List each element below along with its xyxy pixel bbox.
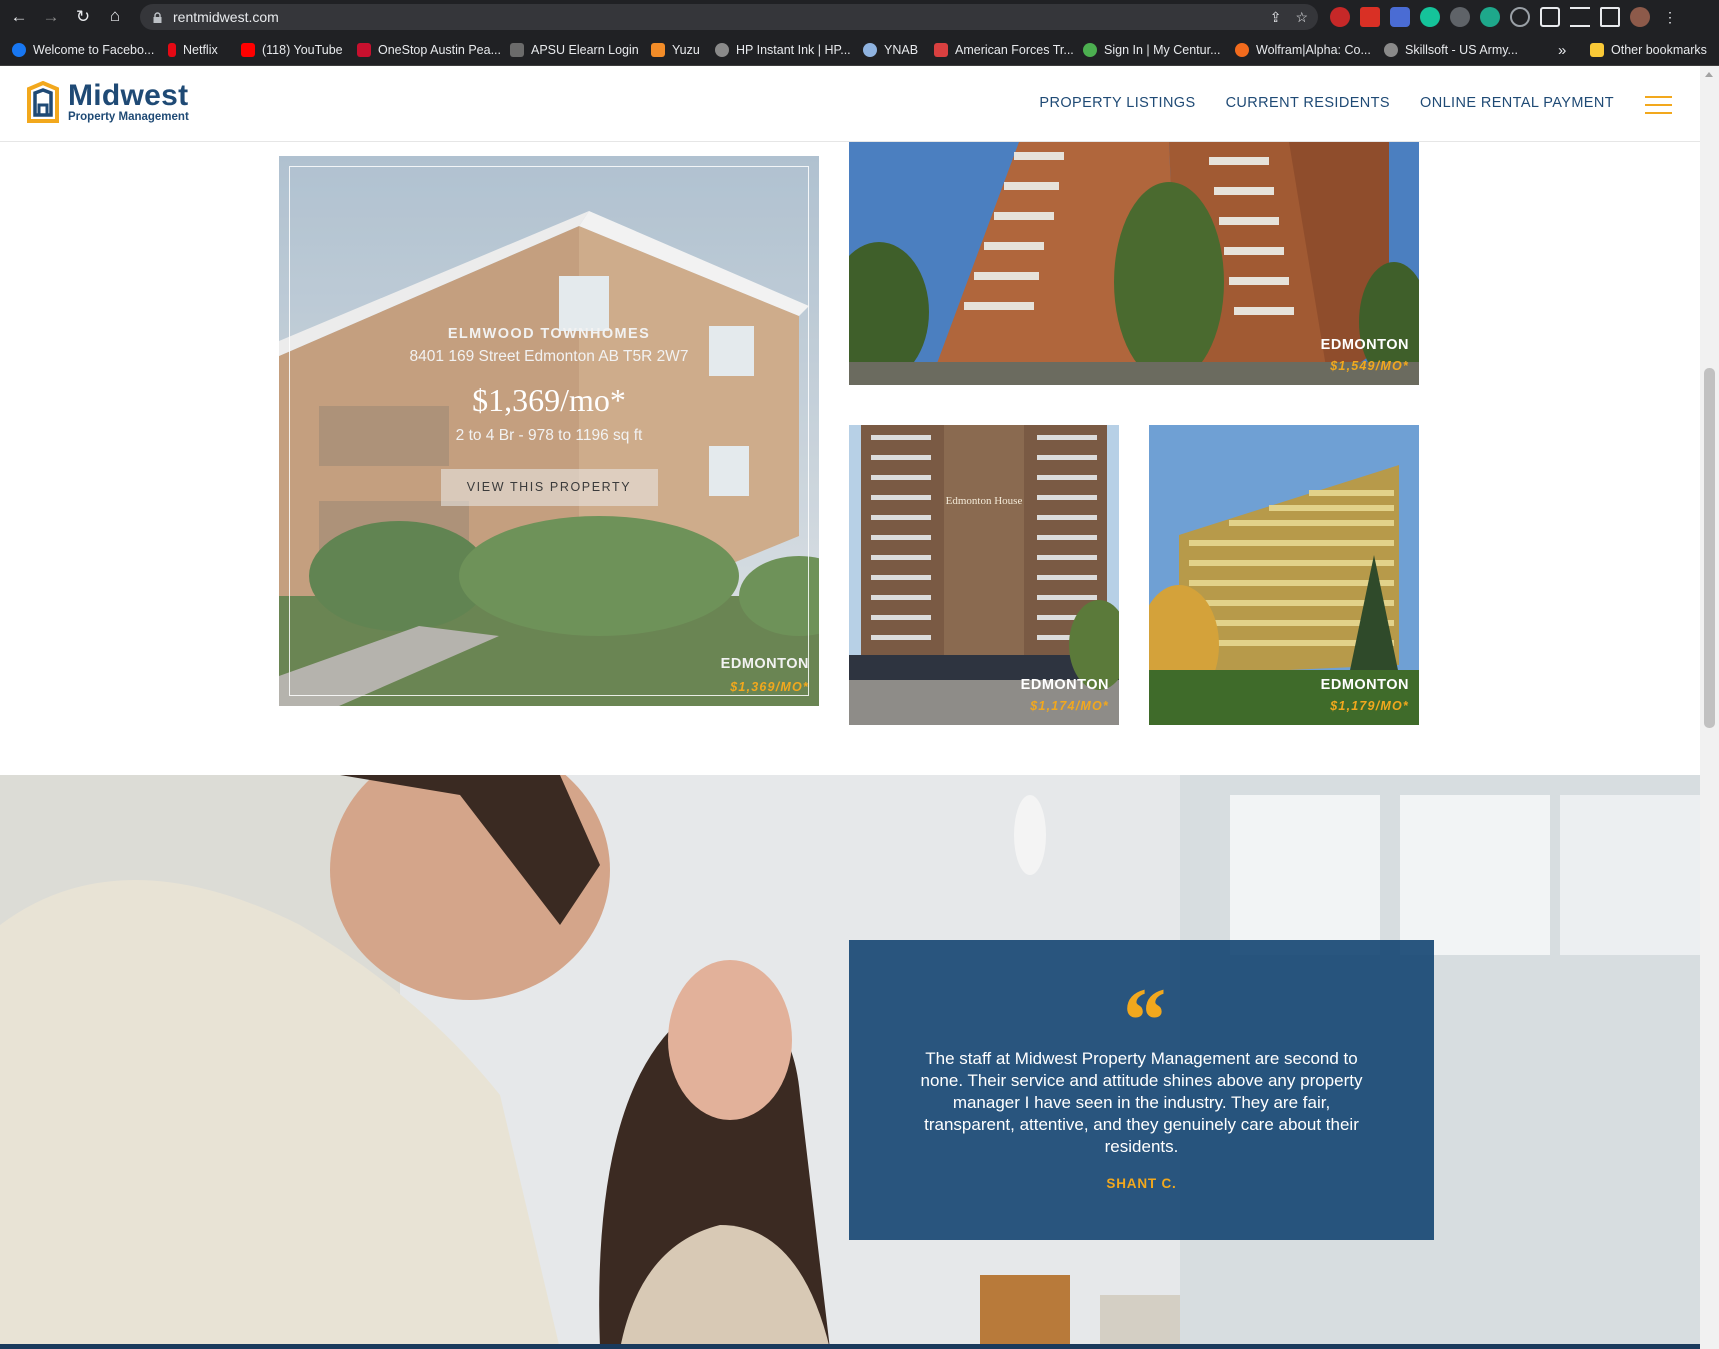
- listing-price: $1,369/MO*: [730, 680, 809, 694]
- bookmark-item[interactable]: Wolfram|Alpha: Co...: [1235, 41, 1371, 59]
- bookmark-item[interactable]: (118) YouTube: [241, 41, 343, 59]
- wolfram-icon: [1235, 43, 1249, 57]
- profile-avatar[interactable]: [1630, 7, 1650, 27]
- bookmark-item[interactable]: Skillsoft - US Army...: [1384, 41, 1518, 59]
- play-extension-icon[interactable]: [1450, 7, 1470, 27]
- bookmark-item[interactable]: HP Instant Ink | HP...: [715, 41, 851, 59]
- bookmark-item[interactable]: Yuzu: [651, 41, 700, 59]
- nav-property-listings[interactable]: PROPERTY LISTINGS: [1039, 95, 1195, 111]
- browser-toolbar: ← → ↻ ⌂ rentmidwest.com ⇪ ☆ ⋮: [0, 0, 1719, 34]
- bookmark-item[interactable]: Sign In | My Centur...: [1083, 41, 1221, 59]
- featured-listing-card[interactable]: ELMWOOD TOWNHOMES 8401 169 Street Edmont…: [279, 156, 819, 706]
- property-name: ELMWOOD TOWNHOMES: [447, 326, 651, 342]
- listing-card[interactable]: EDMONTON $1,179/MO*: [1149, 425, 1419, 725]
- logo-mark-icon: [27, 81, 59, 123]
- bookmarks-bar: Welcome to Facebo... Netflix (118) YouTu…: [0, 34, 1719, 66]
- onestop-icon: [357, 43, 371, 57]
- bookmark-item[interactable]: YNAB: [863, 41, 918, 59]
- testimonial-card: “ The staff at Midwest Property Manageme…: [849, 940, 1434, 1240]
- afn-icon: [934, 43, 948, 57]
- listing-card[interactable]: EDMONTON $1,549/MO*: [849, 142, 1419, 385]
- listing-price: $1,549/MO*: [1330, 359, 1409, 373]
- listing-city: EDMONTON: [1020, 677, 1109, 693]
- property-address: 8401 169 Street Edmonton AB T5R 2W7: [409, 348, 689, 365]
- site-logo[interactable]: Midwest Property Management: [26, 81, 189, 125]
- scrollbar-thumb[interactable]: [1704, 368, 1715, 728]
- bookmarks-overflow-icon[interactable]: »: [1558, 41, 1566, 59]
- share-icon[interactable]: ⇪: [1270, 9, 1282, 26]
- quote-icon: “: [1118, 969, 1165, 1071]
- side-panel-icon[interactable]: [1600, 7, 1620, 27]
- other-bookmarks[interactable]: Other bookmarks: [1590, 41, 1707, 59]
- adblock-extension-icon[interactable]: [1330, 7, 1350, 27]
- footer-strip: [0, 1344, 1700, 1349]
- property-size: 2 to 4 Br - 978 to 1196 sq ft: [455, 427, 643, 444]
- view-property-button[interactable]: VIEW THIS PROPERTY: [440, 469, 658, 506]
- testimonial-text: The staff at Midwest Property Management…: [920, 1049, 1363, 1156]
- bookmark-item[interactable]: Welcome to Facebo...: [12, 41, 154, 59]
- listing-card[interactable]: Edmonton House EDMONTON $1,174/MO*: [849, 425, 1119, 725]
- facebook-icon: [12, 43, 26, 57]
- bookmark-item[interactable]: Netflix: [168, 41, 218, 59]
- ynab-icon: [863, 43, 877, 57]
- listing-city: EDMONTON: [1320, 337, 1409, 353]
- listing-city: EDMONTON: [1320, 677, 1409, 693]
- logo-name: Midwest: [68, 79, 189, 112]
- scroll-up-icon[interactable]: [1705, 72, 1713, 77]
- star-icon[interactable]: ☆: [1295, 9, 1308, 26]
- testimonial-section: “ The staff at Midwest Property Manageme…: [0, 775, 1700, 1349]
- reading-list-icon[interactable]: [1570, 7, 1590, 27]
- logo-subtitle: Property Management: [68, 111, 189, 123]
- building-sign: Edmonton House: [945, 495, 1023, 507]
- folder-icon: [1590, 43, 1604, 57]
- hamburger-menu-icon[interactable]: [1645, 96, 1672, 114]
- apsu-icon: [510, 43, 524, 57]
- nav-current-residents[interactable]: CURRENT RESIDENTS: [1226, 95, 1390, 111]
- bookmark-item[interactable]: OneStop Austin Pea...: [357, 41, 501, 59]
- extensions-area: ⋮: [1330, 7, 1680, 27]
- forward-icon[interactable]: →: [40, 6, 62, 28]
- page-scrollbar[interactable]: [1700, 66, 1719, 1349]
- gmail-extension-icon[interactable]: [1360, 7, 1380, 27]
- lock-icon: [153, 11, 162, 23]
- bookmark-item[interactable]: APSU Elearn Login: [510, 41, 639, 59]
- century-icon: [1083, 43, 1097, 57]
- globe-icon: [1384, 43, 1398, 57]
- youtube-icon: [241, 43, 255, 57]
- property-price: $1,369/mo*: [472, 382, 626, 418]
- dropbox-extension-icon[interactable]: [1510, 7, 1530, 27]
- bookmark-item[interactable]: American Forces Tr...: [934, 41, 1074, 59]
- listing-price: $1,174/MO*: [1030, 699, 1109, 713]
- reload-icon[interactable]: ↻: [72, 6, 94, 28]
- main-nav: PROPERTY LISTINGS CURRENT RESIDENTS ONLI…: [1039, 95, 1614, 111]
- camera-extension-icon[interactable]: [1390, 7, 1410, 27]
- listing-price: $1,179/MO*: [1330, 699, 1409, 713]
- back-icon[interactable]: ←: [8, 6, 30, 28]
- url-text: rentmidwest.com: [173, 9, 279, 25]
- puzzle-extension-icon[interactable]: [1540, 7, 1560, 27]
- listing-city: EDMONTON: [720, 656, 809, 672]
- testimonial-author: SHANT C.: [1106, 1176, 1177, 1191]
- home-icon[interactable]: ⌂: [104, 5, 126, 27]
- nav-online-rental-payment[interactable]: ONLINE RENTAL PAYMENT: [1420, 95, 1614, 111]
- netflix-icon: [168, 43, 176, 57]
- yuzu-icon: [651, 43, 665, 57]
- address-bar[interactable]: rentmidwest.com ⇪ ☆: [140, 4, 1318, 30]
- globe-icon: [715, 43, 729, 57]
- amazon-extension-icon[interactable]: [1480, 7, 1500, 27]
- grammarly-extension-icon[interactable]: [1420, 7, 1440, 27]
- site-header: Midwest Property Management PROPERTY LIS…: [0, 66, 1700, 142]
- menu-dots-icon[interactable]: ⋮: [1660, 7, 1680, 27]
